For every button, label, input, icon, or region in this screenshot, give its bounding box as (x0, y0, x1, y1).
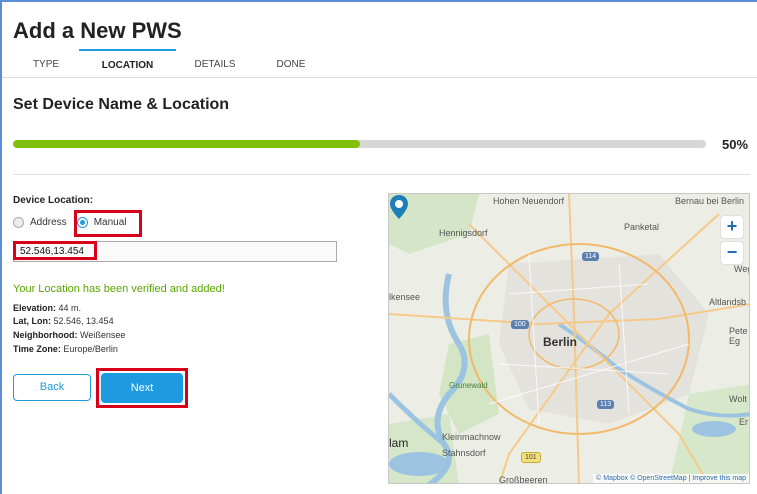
map-label-petershagen: Pete Eg (729, 326, 748, 346)
neighborhood-info: Neighborhood: Weißensee (13, 330, 125, 340)
progress-fill (13, 140, 360, 148)
latlon-info: Lat, Lon: 52.546, 13.454 (13, 316, 114, 326)
map-label-woltersdorf: Wolt (729, 394, 747, 404)
section-divider (13, 174, 750, 175)
neighborhood-value: Weißensee (80, 330, 126, 340)
map-label-wegl: Wegl (734, 264, 749, 274)
tab-type[interactable]: TYPE (13, 49, 79, 77)
road-shield-113: 113 (597, 400, 615, 409)
zoom-out-button[interactable]: − (721, 242, 743, 264)
map-label-kleinmachnow: Kleinmachnow (442, 432, 501, 442)
device-location-label: Device Location: (13, 195, 94, 206)
radio-address-label[interactable]: Address (30, 217, 67, 228)
map-label-potsdam: lam (389, 436, 409, 450)
zoom-in-button[interactable]: + (721, 216, 743, 238)
highlight-manual (74, 210, 142, 237)
map-label-hennigsdorf: Hennigsdorf (439, 228, 488, 238)
timezone-label: Time Zone: (13, 344, 61, 354)
road-shield-114: 114 (582, 252, 600, 261)
back-button[interactable]: Back (13, 374, 91, 401)
location-map[interactable]: Hohen Neuendorf Bernau bei Berlin Hennig… (388, 193, 750, 484)
radio-address[interactable]: Address (13, 217, 67, 228)
elevation-value: 44 m. (58, 303, 82, 313)
tab-details[interactable]: DETAILS (176, 49, 254, 77)
radio-address-circle[interactable] (13, 217, 24, 228)
map-label-panketal: Panketal (624, 222, 660, 232)
map-label-altlandsberg: Altlandsb (709, 297, 747, 307)
elevation-info: Elevation: 44 m. (13, 303, 81, 313)
progress-bar (13, 140, 706, 148)
section-title: Set Device Name & Location (13, 96, 230, 113)
map-label-falkensee: lkensee (389, 292, 421, 302)
progress-percent: 50% (722, 137, 749, 152)
map-attribution[interactable]: © Mapbox © OpenStreetMap | Improve this … (593, 474, 749, 483)
elevation-label: Elevation: (13, 303, 57, 313)
map-label-erkner: Er (739, 417, 748, 427)
tab-location[interactable]: LOCATION (79, 49, 176, 77)
map-label-grossbeeren: Großbeeren (499, 475, 548, 484)
page-title: Add a New PWS (13, 18, 182, 43)
highlight-coordinates (13, 241, 97, 260)
map-label-berlin: Berlin (543, 335, 578, 349)
road-shield-100: 100 (511, 320, 529, 329)
window-top-border (0, 0, 757, 2)
window-left-border (0, 0, 2, 494)
map-label-grunewald: Grunewald (449, 381, 488, 390)
timezone-value: Europe/Berlin (63, 344, 118, 354)
location-pin-icon (390, 195, 408, 219)
latlon-value: 52.546, 13.454 (53, 316, 114, 326)
neighborhood-label: Neighborhood: (13, 330, 78, 340)
map-label-hohen-neuendorf: Hohen Neuendorf (493, 196, 565, 206)
map-label-bernau: Bernau bei Berlin (675, 196, 745, 206)
timezone-info: Time Zone: Europe/Berlin (13, 344, 118, 354)
latlon-label: Lat, Lon: (13, 316, 51, 326)
tabs-divider (2, 77, 757, 78)
highlight-next (96, 368, 188, 408)
tab-done[interactable]: DONE (254, 49, 328, 77)
wizard-tabs: TYPE LOCATION DETAILS DONE (13, 49, 328, 77)
road-shield-101: 101 (521, 452, 541, 463)
map-label-stahnsdorf: Stahnsdorf (442, 448, 486, 458)
verified-message: Your Location has been verified and adde… (13, 283, 225, 295)
